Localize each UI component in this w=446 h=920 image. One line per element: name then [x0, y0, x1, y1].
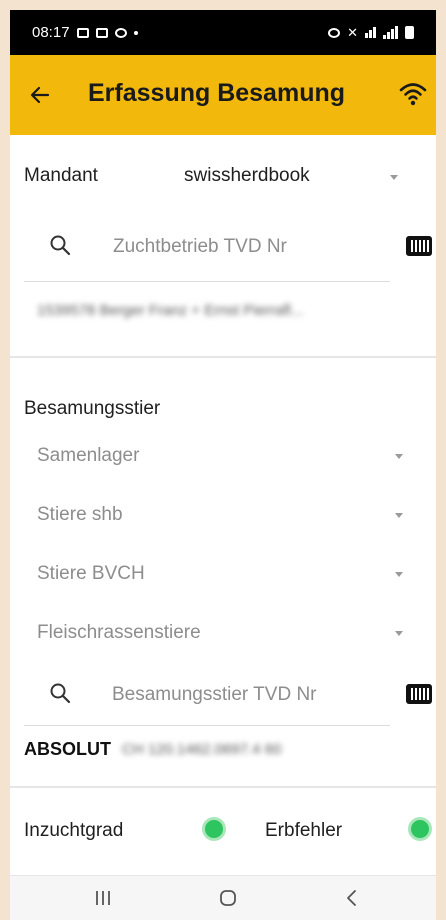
chevron-down-icon[interactable]: [395, 631, 403, 636]
selected-bull: ABSOLUT CH 120.1462.0697.4 60: [10, 736, 436, 766]
dropdown-stiere-bvch[interactable]: Stiere BVCH: [10, 558, 436, 598]
dot-icon: [133, 30, 138, 35]
whatsapp-icon: [114, 27, 127, 38]
search-icon: [50, 235, 71, 256]
page-title: Erfassung Besamung: [88, 79, 346, 107]
section-divider: [10, 786, 436, 788]
bull-search-underline: [24, 725, 390, 726]
bull-name: ABSOLUT: [24, 739, 111, 759]
dropdown-label: Fleischrassenstiere: [37, 622, 201, 643]
battery-icon: [405, 26, 414, 39]
mandant-label: Mandant: [24, 165, 98, 186]
indicators-row: Inzuchtgrad Erbfehler: [10, 814, 436, 850]
mandant-row[interactable]: Mandant swissherdbook: [10, 160, 436, 200]
app-bar: Erfassung Besamung: [10, 55, 436, 135]
phone-screen: 08:17 ✕ Erfassung Besamung Mandant swiss…: [10, 10, 436, 920]
back-chevron-icon[interactable]: [342, 888, 362, 908]
chevron-down-icon[interactable]: [395, 454, 403, 459]
bull-tvd-id: CH 120.1462.0697.4 60: [122, 741, 282, 758]
wifi-icon[interactable]: [398, 79, 428, 109]
bull-search[interactable]: Besamungsstier TVD Nr: [10, 670, 436, 726]
farm-search-underline: [24, 281, 390, 282]
status-time: 08:17: [32, 24, 70, 41]
alarm-icon: [328, 27, 341, 38]
mandant-select[interactable]: swissherdbook: [184, 165, 310, 187]
mute-icon: ✕: [347, 24, 358, 40]
status-bar: 08:17 ✕: [10, 10, 436, 55]
erbfehler-label: Erbfehler: [265, 820, 343, 841]
dropdown-stiere-shb[interactable]: Stiere shb: [10, 499, 436, 539]
section-divider: [10, 356, 436, 358]
erbfehler-status-dot: [408, 817, 432, 841]
wifi-signal-icon: [365, 27, 376, 38]
chevron-down-icon[interactable]: [395, 513, 403, 518]
dropdown-label: Samenlager: [37, 445, 140, 466]
dropdown-samenlager[interactable]: Samenlager: [10, 440, 436, 480]
farm-result[interactable]: 1539578 Berger Franz + Ernst Pierrafl...: [37, 302, 303, 319]
inzucht-label: Inzuchtgrad: [24, 820, 124, 841]
bull-section-title: Besamungsstier: [24, 398, 161, 419]
chevron-down-icon[interactable]: [395, 572, 403, 577]
gallery-icon: [76, 27, 89, 38]
bull-search-input[interactable]: Besamungsstier TVD Nr: [112, 684, 317, 706]
barcode-scan-icon[interactable]: [406, 684, 432, 704]
system-nav-bar: [10, 875, 436, 920]
search-icon: [50, 683, 71, 704]
dropdown-label: Stiere shb: [37, 504, 123, 525]
cell-signal-icon: [383, 26, 398, 39]
farm-search[interactable]: Zuchtbetrieb TVD Nr: [10, 222, 436, 282]
dropdown-label: Stiere BVCH: [37, 563, 145, 584]
farm-search-input[interactable]: Zuchtbetrieb TVD Nr: [113, 236, 287, 258]
barcode-scan-icon[interactable]: [406, 236, 432, 256]
mail-icon: [95, 27, 108, 38]
home-icon[interactable]: [218, 888, 238, 908]
chevron-down-icon[interactable]: [390, 175, 398, 180]
inzucht-status-dot: [202, 817, 226, 841]
dropdown-fleischrassenstiere[interactable]: Fleischrassenstiere: [10, 617, 436, 657]
arrow-left-icon[interactable]: [28, 83, 52, 107]
recent-apps-icon[interactable]: [93, 888, 113, 908]
